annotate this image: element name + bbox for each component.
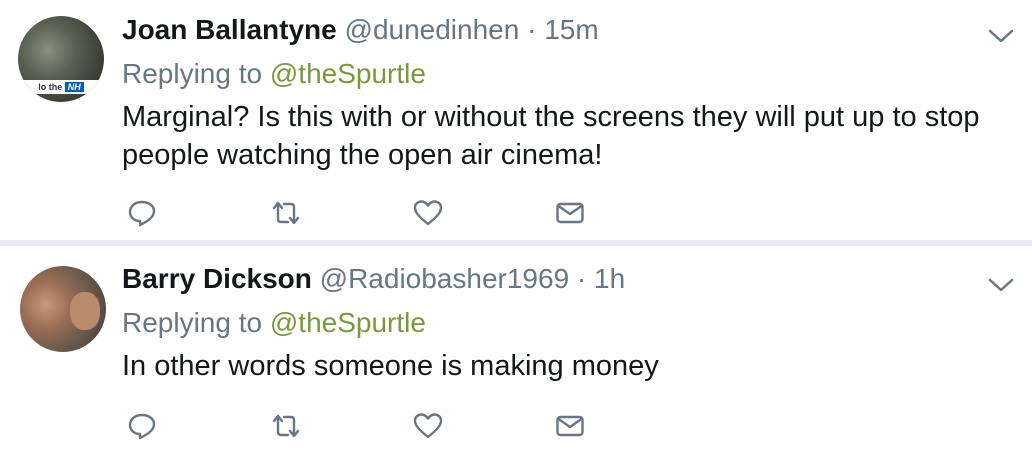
retweet-button[interactable]: [270, 197, 302, 229]
avatar-face: [70, 292, 100, 330]
retweet-icon: [272, 201, 300, 225]
heart-icon: [413, 413, 443, 439]
tweet-text: In other words someone is making money: [122, 350, 659, 382]
tweet-header: Barry Dickson @Radiobasher1969 · 1h: [122, 263, 625, 295]
reply-button[interactable]: [126, 410, 158, 442]
user-name[interactable]: Joan Ballantyne: [122, 14, 337, 45]
tweet[interactable]: lo the NH Joan Ballantyne @dunedinhen · …: [0, 0, 1032, 240]
tweet-header: Joan Ballantyne @dunedinhen · 15m: [122, 14, 599, 46]
like-button[interactable]: [412, 410, 444, 442]
timestamp[interactable]: 1h: [594, 263, 625, 294]
replying-to: Replying to @theSpurtle: [122, 307, 426, 339]
retweet-icon: [272, 414, 300, 438]
message-button[interactable]: [554, 197, 586, 229]
replying-prefix: Replying to: [122, 307, 263, 338]
tweet-text: Marginal? Is this with or without the sc…: [122, 101, 980, 171]
retweet-button[interactable]: [270, 410, 302, 442]
reply-icon: [128, 200, 156, 227]
user-handle[interactable]: @dunedinhen: [345, 14, 520, 45]
envelope-icon: [556, 202, 584, 224]
like-button[interactable]: [412, 197, 444, 229]
user-name[interactable]: Barry Dickson: [122, 263, 312, 294]
replying-prefix: Replying to: [122, 58, 263, 89]
separator-dot: ·: [527, 14, 537, 45]
chevron-down-icon[interactable]: [988, 277, 1014, 293]
reply-button[interactable]: [126, 197, 158, 229]
mention-link[interactable]: @theSpurtle: [270, 58, 426, 89]
timestamp[interactable]: 15m: [544, 14, 598, 45]
heart-icon: [413, 200, 443, 226]
envelope-icon: [556, 415, 584, 437]
replying-to: Replying to @theSpurtle: [122, 58, 426, 90]
reply-icon: [128, 413, 156, 440]
chevron-down-icon[interactable]: [988, 28, 1014, 44]
separator-dot: ·: [576, 263, 587, 294]
avatar[interactable]: [20, 266, 106, 352]
message-button[interactable]: [554, 410, 586, 442]
avatar[interactable]: lo the NH: [18, 16, 104, 102]
avatar-badge: lo the NH: [18, 80, 104, 94]
mention-link[interactable]: @theSpurtle: [270, 307, 426, 338]
user-handle[interactable]: @Radiobasher1969: [320, 263, 569, 294]
tweet-divider: [0, 240, 1032, 246]
